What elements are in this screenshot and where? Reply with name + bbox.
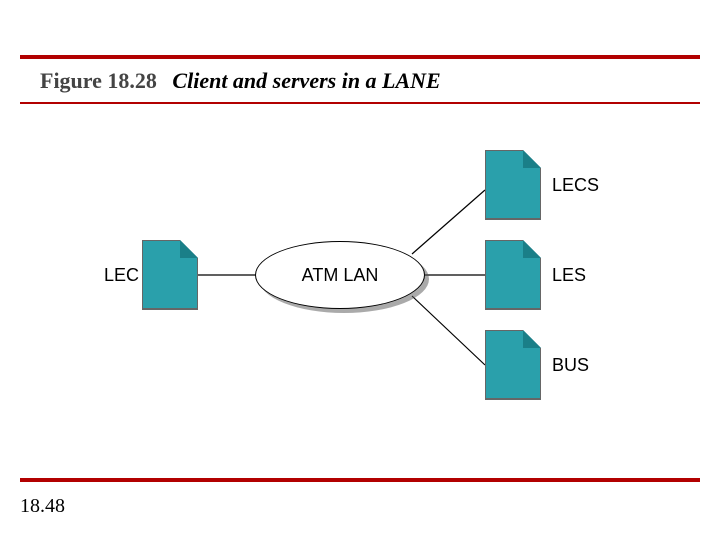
diagram-area: LEC ATM LAN LECS LES BUS: [0, 120, 720, 450]
les-node-icon: [485, 240, 541, 310]
figure-title: Figure 18.28 Client and servers in a LAN…: [40, 68, 441, 94]
bottom-rule: [20, 478, 700, 482]
atm-lan-label: ATM LAN: [255, 241, 425, 309]
bus-label: BUS: [552, 355, 589, 376]
page-fold-icon: [523, 330, 541, 348]
figure-caption: Client and servers in a LANE: [172, 68, 440, 93]
lec-node-icon: [142, 240, 198, 310]
page-fold-icon: [180, 240, 198, 258]
top-rule: [20, 55, 700, 59]
lecs-label: LECS: [552, 175, 599, 196]
bus-node-icon: [485, 330, 541, 400]
title-underline-rule: [20, 102, 700, 104]
page-number: 18.48: [20, 495, 65, 518]
les-label: LES: [552, 265, 586, 286]
lecs-node-icon: [485, 150, 541, 220]
page-fold-icon: [523, 150, 541, 168]
figure-number: Figure 18.28: [40, 68, 157, 93]
atm-lan-node: ATM LAN: [255, 241, 425, 309]
lec-label: LEC: [104, 265, 139, 286]
page-fold-icon: [523, 240, 541, 258]
